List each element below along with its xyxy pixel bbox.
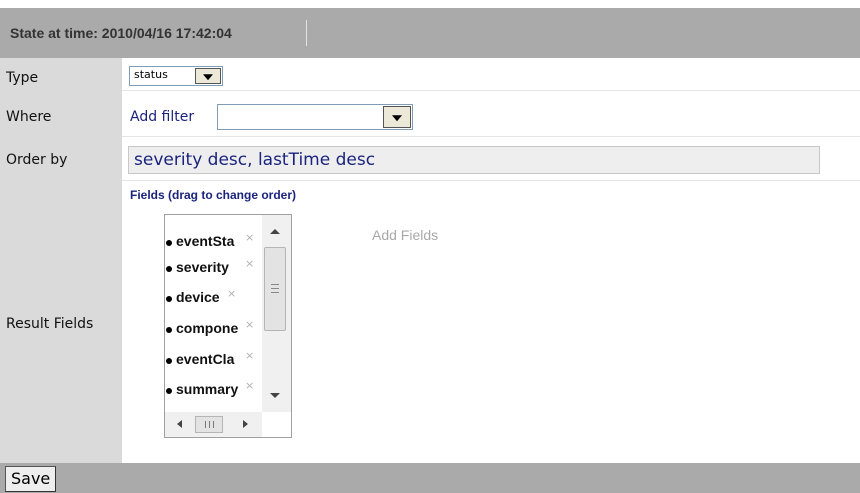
chevron-down-icon[interactable]: [195, 68, 221, 84]
bullet: [166, 388, 172, 394]
order-by-label: Order by: [6, 152, 68, 168]
scroll-corner: [262, 412, 291, 437]
close-icon[interactable]: ×: [245, 257, 254, 270]
type-select-value: status: [134, 68, 168, 81]
result-fields-list[interactable]: eventSta × severity × device × compone ×…: [164, 214, 292, 438]
state-time-title: State at time: 2010/04/16 17:42:04: [10, 25, 232, 41]
list-item[interactable]: eventSta ×: [165, 231, 263, 257]
bullet: [166, 296, 172, 302]
save-button[interactable]: Save: [5, 466, 57, 492]
close-icon[interactable]: ×: [245, 318, 254, 331]
bullet: [166, 240, 172, 246]
bullet: [166, 266, 172, 272]
close-icon[interactable]: ×: [245, 231, 254, 244]
list-item[interactable]: device ×: [165, 287, 263, 313]
query-editor-page: State at time: 2010/04/16 17:42:04 Type …: [0, 0, 860, 493]
result-fields-label: Result Fields: [6, 316, 94, 332]
bullet: [166, 327, 172, 333]
type-label: Type: [6, 70, 39, 86]
list-item[interactable]: summary ×: [165, 379, 263, 405]
list-item[interactable]: severity ×: [165, 257, 263, 283]
vertical-scrollbar[interactable]: [262, 215, 291, 412]
where-label: Where: [6, 109, 52, 125]
arrow-down-icon[interactable]: [270, 393, 280, 398]
close-icon[interactable]: ×: [245, 379, 254, 392]
arrow-right-icon[interactable]: [243, 420, 248, 428]
horizontal-scrollbar[interactable]: [165, 412, 262, 437]
row-divider: [122, 90, 860, 91]
order-by-input[interactable]: [128, 146, 820, 174]
add-filter-select[interactable]: [217, 104, 413, 130]
chevron-down-icon[interactable]: [383, 106, 411, 128]
row-divider: [122, 136, 860, 137]
type-select[interactable]: status: [129, 66, 223, 86]
title-bar: State at time: 2010/04/16 17:42:04: [0, 8, 860, 58]
arrow-left-icon[interactable]: [177, 420, 182, 428]
add-fields-link[interactable]: Add Fields: [372, 227, 438, 243]
list-item[interactable]: eventCla ×: [165, 349, 263, 375]
footer-bar: Save: [0, 463, 860, 493]
fields-header: Fields (drag to change order): [130, 188, 297, 202]
bullet: [166, 358, 172, 364]
list-item[interactable]: compone ×: [165, 318, 263, 344]
horizontal-scroll-thumb[interactable]: [195, 416, 223, 433]
close-icon[interactable]: ×: [245, 349, 254, 362]
close-icon[interactable]: ×: [227, 287, 236, 300]
field-name: device: [176, 289, 220, 305]
vertical-scroll-thumb[interactable]: [264, 247, 286, 331]
row-divider: [122, 180, 860, 181]
arrow-up-icon[interactable]: [270, 229, 280, 234]
title-separator: [306, 20, 307, 46]
add-filter-label: Add filter: [130, 109, 195, 125]
